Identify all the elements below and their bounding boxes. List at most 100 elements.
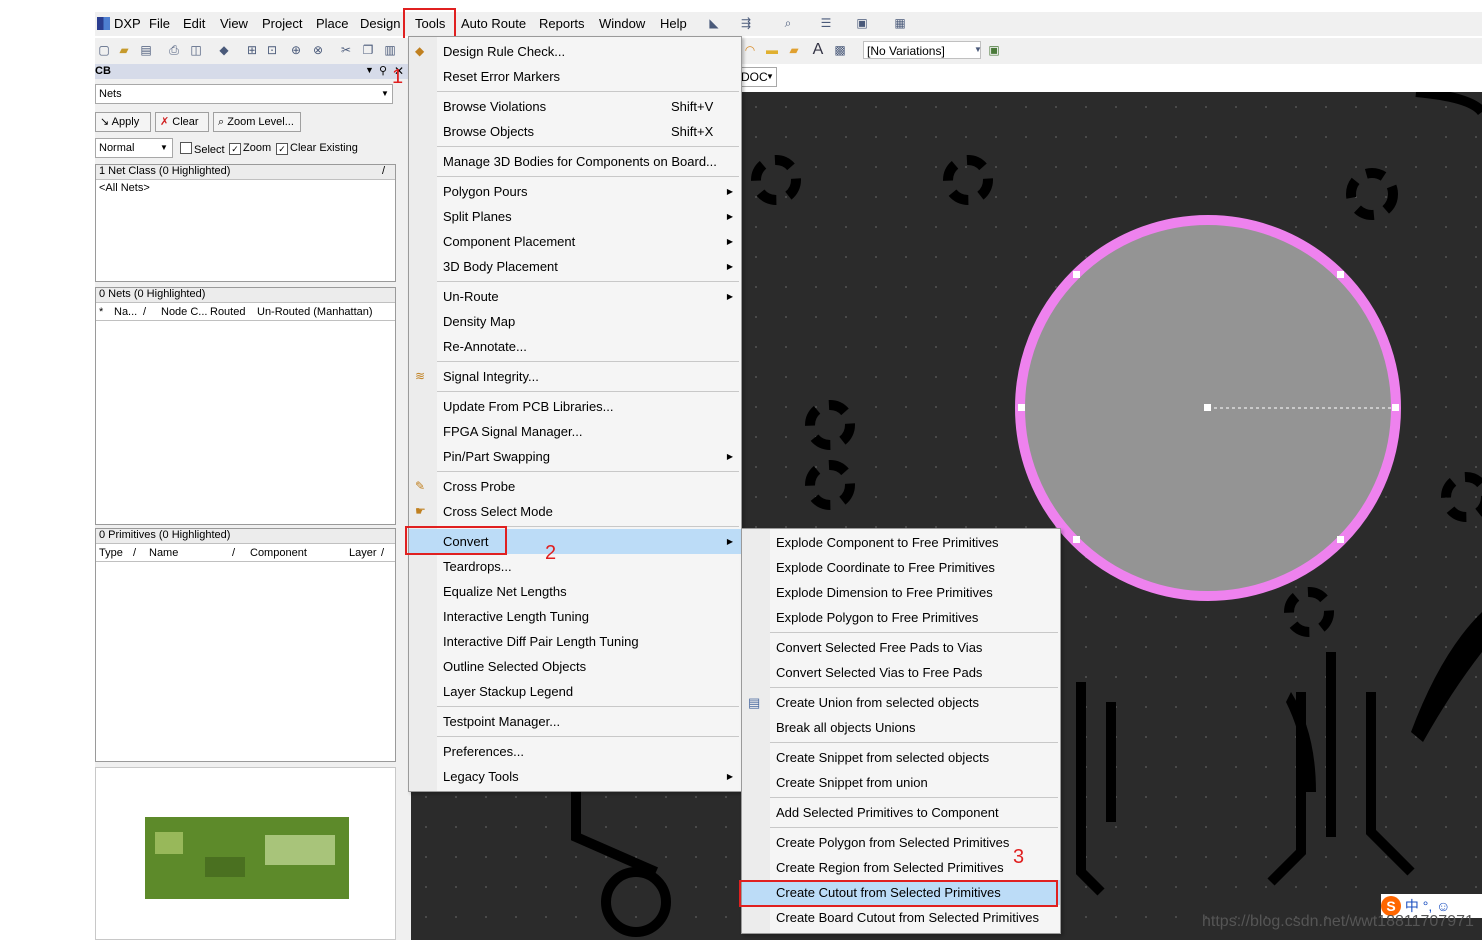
cut-icon[interactable]: ✂ <box>339 43 353 57</box>
convert-menu-item-explode-component-to-free-primitives[interactable]: Explode Component to Free Primitives <box>742 530 1060 555</box>
open-folder-icon[interactable]: ▰ <box>117 43 131 57</box>
grid-tool-icon[interactable]: ▦ <box>893 16 907 30</box>
menu-file[interactable]: File <box>149 16 170 31</box>
tools-menu-item-interactive-diff-pair-length-tuning[interactable]: Interactive Diff Pair Length Tuning <box>409 629 741 654</box>
tools-menu-item-interactive-length-tuning[interactable]: Interactive Length Tuning <box>409 604 741 629</box>
list-item[interactable]: <All Nets> <box>99 182 150 194</box>
tools-menu-item-browse-violations[interactable]: Browse Violations Shift+V <box>409 94 741 119</box>
column-header[interactable]: Type <box>99 547 123 559</box>
chart-tool-icon[interactable]: ◣ <box>707 16 721 30</box>
tools-menu-item-re-annotate[interactable]: Re-Annotate... <box>409 334 741 359</box>
column-header[interactable]: Na... <box>114 306 137 318</box>
tools-menu-item-density-map[interactable]: Density Map <box>409 309 741 334</box>
zoom-level-button[interactable]: ⌕ Zoom Level... <box>213 112 301 132</box>
tools-menu-item-teardrops[interactable]: Teardrops... <box>409 554 741 579</box>
menu-edit[interactable]: Edit <box>183 16 205 31</box>
text-tool-icon[interactable]: A <box>811 42 825 58</box>
convert-menu-item-break-all-objects-unions[interactable]: Break all objects Unions <box>742 715 1060 740</box>
convert-menu-item-create-union-from-selected-objects[interactable]: ▤ Create Union from selected objects <box>742 690 1060 715</box>
polygon-tool-icon[interactable]: ▰ <box>787 43 801 57</box>
variations-combo[interactable]: [No Variations] <box>863 41 981 59</box>
paste-icon[interactable]: ▥ <box>383 43 397 57</box>
mode-combo[interactable]: Normal ▼ <box>95 138 173 158</box>
tools-menu-item-testpoint-manager[interactable]: Testpoint Manager... <box>409 709 741 734</box>
tools-menu-item-browse-objects[interactable]: Browse Objects Shift+X <box>409 119 741 144</box>
convert-menu-item-create-snippet-from-selected-objects[interactable]: Create Snippet from selected objects <box>742 745 1060 770</box>
component-tool-icon[interactable]: ▩ <box>833 43 847 57</box>
tools-menu-item-preferences[interactable]: Preferences... <box>409 739 741 764</box>
column-header[interactable]: Node C... <box>161 306 207 318</box>
convert-menu-item-create-board-cutout-from-selected-primitives[interactable]: Create Board Cutout from Selected Primit… <box>742 905 1060 930</box>
menu-window[interactable]: Window <box>599 16 645 31</box>
pin-icon[interactable]: ⚲ <box>379 64 387 77</box>
distribute-tool-icon[interactable]: ☰ <box>819 16 833 30</box>
convert-menu-item-explode-coordinate-to-free-primitives[interactable]: Explode Coordinate to Free Primitives <box>742 555 1060 580</box>
menu-help[interactable]: Help <box>660 16 687 31</box>
copy-icon[interactable]: ❐ <box>361 43 375 57</box>
column-header[interactable]: Un-Routed (Manhattan) <box>257 306 373 318</box>
variants-manager-icon[interactable]: ▣ <box>987 43 1001 57</box>
tools-menu-item-reset-error-markers[interactable]: Reset Error Markers <box>409 64 741 89</box>
column-header[interactable]: Layer <box>349 547 377 559</box>
column-header[interactable]: Component <box>250 547 307 559</box>
print-icon[interactable]: ⎙ <box>167 43 181 57</box>
menu-place[interactable]: Place <box>316 16 349 31</box>
find-tool-icon[interactable]: ⌕ <box>781 16 795 30</box>
zoom-fit-icon[interactable]: ⊞ <box>245 43 259 57</box>
tools-menu-item-layer-stackup-legend[interactable]: Layer Stackup Legend <box>409 679 741 704</box>
convert-menu-item-explode-polygon-to-free-primitives[interactable]: Explode Polygon to Free Primitives <box>742 605 1060 630</box>
arc-tool-icon[interactable]: ◠ <box>743 43 757 57</box>
zoom-checkbox[interactable]: ✓ Zoom <box>229 142 271 155</box>
tools-menu-item-outline-selected-objects[interactable]: Outline Selected Objects <box>409 654 741 679</box>
fill-tool-icon[interactable]: ▬ <box>765 43 779 57</box>
dxp-logo-icon[interactable] <box>97 17 110 30</box>
menu-auto-route[interactable]: Auto Route <box>461 16 526 31</box>
menu-reports[interactable]: Reports <box>539 16 585 31</box>
tools-menu-item-legacy-tools[interactable]: Legacy Tools ▶ <box>409 764 741 789</box>
convert-menu-item-convert-selected-free-pads-to-vias[interactable]: Convert Selected Free Pads to Vias <box>742 635 1060 660</box>
zoom-selected-icon[interactable]: ⊕ <box>289 43 303 57</box>
new-file-icon[interactable]: ▢ <box>97 43 111 57</box>
tools-menu-item-cross-probe[interactable]: ✎ Cross Probe <box>409 474 741 499</box>
panel-menu-icon[interactable]: ▼ <box>365 65 374 75</box>
column-header[interactable]: Routed <box>210 306 245 318</box>
zoom-area-icon[interactable]: ⊡ <box>265 43 279 57</box>
variations-dropdown-icon[interactable]: ▼ <box>971 43 985 57</box>
layers-icon[interactable]: ◆ <box>217 43 231 57</box>
align-tool-icon[interactable]: ⇶ <box>739 16 753 30</box>
print-preview-icon[interactable]: ◫ <box>189 43 203 57</box>
tools-menu-item-polygon-pours[interactable]: Polygon Pours ▶ <box>409 179 741 204</box>
document-combo[interactable]: DOC ▼ <box>738 67 777 87</box>
tools-menu-item-fpga-signal-manager[interactable]: FPGA Signal Manager... <box>409 419 741 444</box>
convert-menu-item-create-snippet-from-union[interactable]: Create Snippet from union <box>742 770 1060 795</box>
tools-menu-item-un-route[interactable]: Un-Route ▶ <box>409 284 741 309</box>
clear-existing-checkbox[interactable]: ✓ Clear Existing <box>276 142 358 155</box>
tools-menu-item-design-rule-check[interactable]: ◆ Design Rule Check... <box>409 39 741 64</box>
primitives-list[interactable]: 0 Primitives (0 Highlighted) Type / Name… <box>95 528 396 762</box>
apply-button[interactable]: ↘ Apply <box>95 112 151 132</box>
clear-button[interactable]: ✗ Clear <box>155 112 209 132</box>
tools-menu-item-3d-body-placement[interactable]: 3D Body Placement ▶ <box>409 254 741 279</box>
menu-dxp[interactable]: DXP <box>114 16 141 31</box>
column-header[interactable]: Name <box>149 547 178 559</box>
select-checkbox[interactable]: Select <box>180 142 225 156</box>
menu-project[interactable]: Project <box>262 16 302 31</box>
tools-menu-item-manage-3d-bodies-for-components-on-board[interactable]: Manage 3D Bodies for Components on Board… <box>409 149 741 174</box>
tools-menu-item-split-planes[interactable]: Split Planes ▶ <box>409 204 741 229</box>
convert-menu-item-convert-selected-vias-to-free-pads[interactable]: Convert Selected Vias to Free Pads <box>742 660 1060 685</box>
menu-view[interactable]: View <box>220 16 248 31</box>
tools-menu-item-equalize-net-lengths[interactable]: Equalize Net Lengths <box>409 579 741 604</box>
net-class-list[interactable]: 1 Net Class (0 Highlighted) / <All Nets> <box>95 164 396 282</box>
convert-menu-item-add-selected-primitives-to-component[interactable]: Add Selected Primitives to Component <box>742 800 1060 825</box>
tools-menu-item-cross-select-mode[interactable]: ☛ Cross Select Mode <box>409 499 741 524</box>
convert-menu-item-explode-dimension-to-free-primitives[interactable]: Explode Dimension to Free Primitives <box>742 580 1060 605</box>
tools-menu-item-signal-integrity[interactable]: ≋ Signal Integrity... <box>409 364 741 389</box>
nets-list[interactable]: 0 Nets (0 Highlighted) * Na... / Node C.… <box>95 287 396 525</box>
tools-menu-item-component-placement[interactable]: Component Placement ▶ <box>409 229 741 254</box>
room-tool-icon[interactable]: ▣ <box>855 16 869 30</box>
column-header[interactable]: * <box>99 306 103 318</box>
menu-design[interactable]: Design <box>360 16 400 31</box>
zoom-filter-icon[interactable]: ⊗ <box>311 43 325 57</box>
filter-combo[interactable]: Nets ▼ <box>95 84 393 104</box>
tools-menu-item-pin-part-swapping[interactable]: Pin/Part Swapping ▶ <box>409 444 741 469</box>
